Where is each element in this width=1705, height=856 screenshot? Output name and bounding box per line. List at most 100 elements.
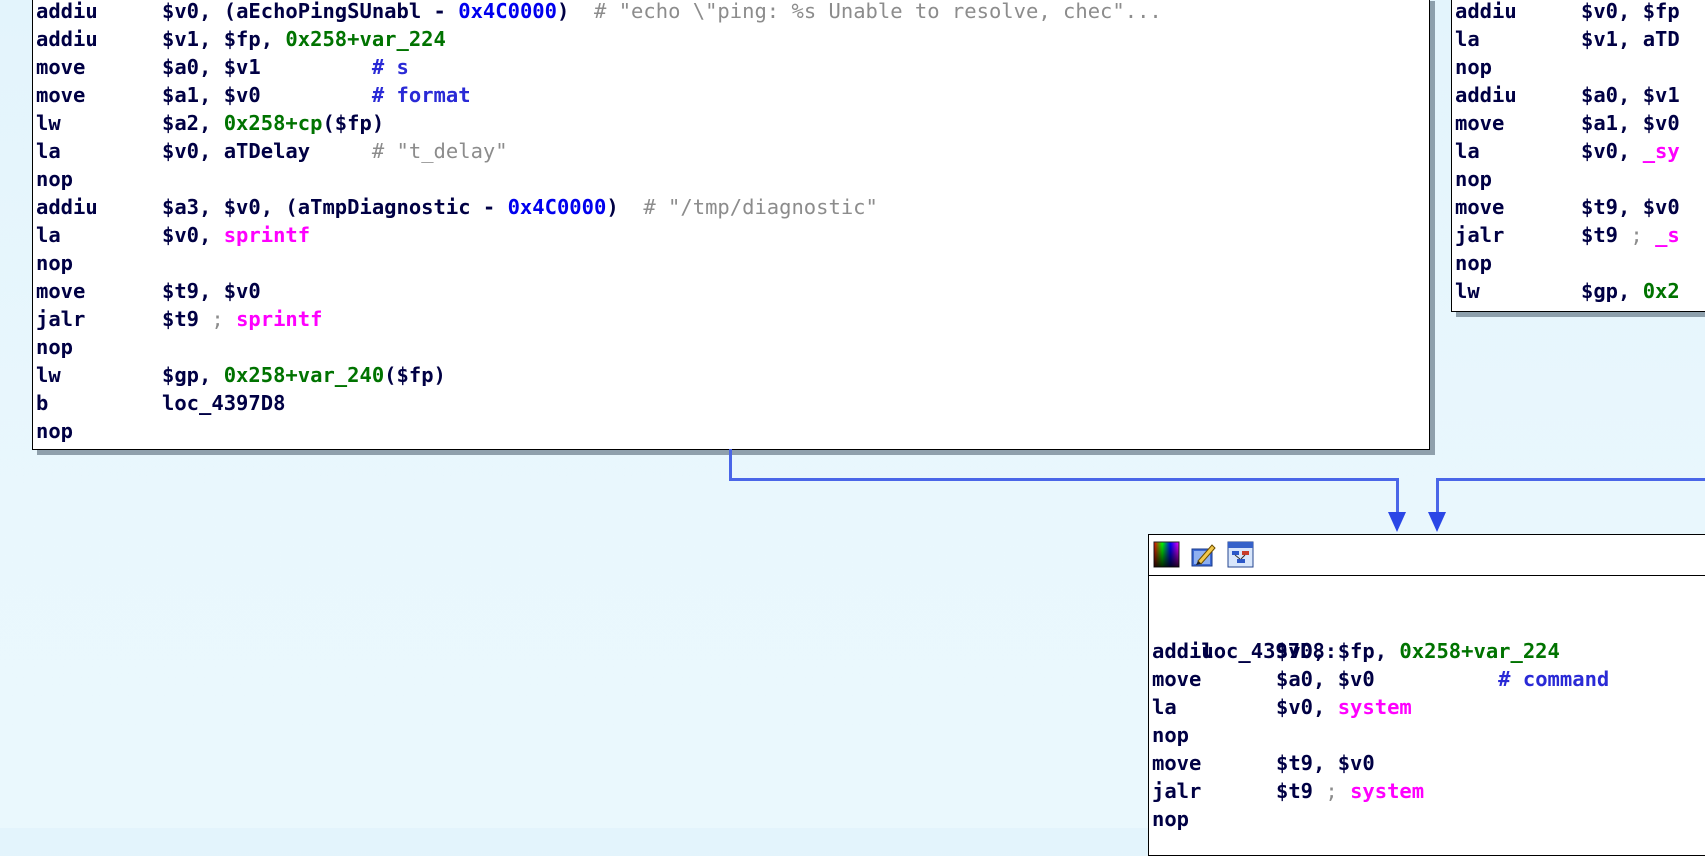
instruction-mnemonic[interactable]: addiu — [36, 193, 98, 221]
flow-edge-left-horizontal — [729, 478, 1399, 481]
instruction-mnemonic[interactable]: jalr — [1152, 777, 1201, 805]
instruction-operands[interactable]: $v0, sprintf — [162, 221, 310, 249]
instruction-mnemonic[interactable]: la — [1455, 137, 1480, 165]
instruction-operands[interactable]: $a3, $v0, (aTmpDiagnostic - 0x4C0000) # … — [162, 193, 878, 221]
instruction-operands[interactable]: $a0, $v0 # command — [1276, 665, 1609, 693]
instruction-mnemonic[interactable]: addiu — [1455, 0, 1517, 25]
instruction-mnemonic[interactable]: move — [1152, 749, 1201, 777]
operand-text: $v0, $fp — [1581, 0, 1680, 23]
graph-node-left[interactable]: addiu $v0, (aEchoPingSUnabl - 0x4C0000) #… — [32, 0, 1430, 450]
stack-variable[interactable]: 0x258+cp — [224, 111, 323, 135]
instruction-mnemonic[interactable]: jalr — [1455, 221, 1504, 249]
instruction-mnemonic[interactable]: lw — [1455, 277, 1480, 305]
instruction-operands[interactable]: $a1, $v0 — [1581, 109, 1680, 137]
function-ref[interactable]: _s — [1655, 223, 1680, 247]
instruction-mnemonic[interactable]: la — [1152, 693, 1177, 721]
symbol-ref[interactable]: aEchoPingSUnabl — [236, 0, 421, 23]
instruction-operands[interactable]: $v0, $fp — [1581, 0, 1680, 25]
color-palette-icon[interactable] — [1153, 541, 1180, 568]
instruction-operands[interactable]: $gp, 0x2 — [1581, 277, 1680, 305]
instruction-mnemonic[interactable]: nop — [1152, 805, 1189, 833]
instruction-mnemonic[interactable]: move — [36, 81, 85, 109]
stack-variable[interactable]: 0x2 — [1643, 279, 1680, 303]
instruction-operands[interactable]: $v0, $fp, 0x258+var_224 — [1276, 637, 1560, 665]
operand-text: $a1, $v0 — [1581, 111, 1680, 135]
instruction-operands[interactable]: $t9, $v0 — [162, 277, 261, 305]
instruction-mnemonic[interactable]: lw — [36, 361, 61, 389]
instruction-mnemonic[interactable]: move — [36, 53, 85, 81]
function-ref[interactable]: system — [1350, 779, 1424, 803]
edit-node-icon[interactable] — [1190, 541, 1217, 568]
graph-node-loc-4397d8[interactable]: loc_4397D8: addiu $v0, $fp, 0x258+var_224… — [1148, 534, 1705, 856]
operand-text: $t9, $v0 — [162, 279, 261, 303]
instruction-mnemonic[interactable]: jalr — [36, 305, 85, 333]
operand-text: ($fp) — [384, 363, 446, 387]
instruction-operands[interactable]: $v1, aTD — [1581, 25, 1680, 53]
operand-text: $a0, $v0 — [1276, 667, 1499, 691]
comment-text: # "echo \"ping: %s Unable to resolve, ch… — [594, 0, 1162, 23]
instruction-operands[interactable]: $a0, $v1 # s — [162, 53, 409, 81]
instruction-operands[interactable]: $t9 ; system — [1276, 777, 1424, 805]
instruction-mnemonic[interactable]: nop — [1455, 165, 1492, 193]
instruction-mnemonic[interactable]: move — [1152, 665, 1201, 693]
instruction-operands[interactable]: $gp, 0x258+var_240($fp) — [162, 361, 446, 389]
graph-node-right[interactable]: addiu $v0, $fp la $v1, aTD nop addiu $a0, $v1 m… — [1451, 0, 1705, 312]
comment-text: ; — [1325, 779, 1351, 803]
instruction-mnemonic[interactable]: move — [1455, 109, 1504, 137]
instruction-operands[interactable]: $v0, aTDelay # "t_delay" — [162, 137, 508, 165]
immediate-value: 0x4C0000 — [507, 195, 607, 219]
instruction-operands[interactable]: $v0, system — [1276, 693, 1412, 721]
instruction-operands[interactable]: $t9, $v0 — [1276, 749, 1375, 777]
arg-comment: # s — [371, 55, 409, 79]
code-label-loc-4397d8[interactable]: loc_4397D8: — [1152, 609, 1337, 663]
operand-text: ) — [606, 195, 644, 219]
instruction-mnemonic[interactable]: nop — [1455, 53, 1492, 81]
immediate-value: 0x4C0000 — [458, 0, 557, 23]
operand-text: $a0, $v1 — [1581, 83, 1680, 107]
graph-overview-icon[interactable] — [1227, 541, 1254, 568]
instruction-mnemonic[interactable]: nop — [36, 417, 73, 445]
operand-text: $t9 — [162, 307, 212, 331]
instruction-operands[interactable]: $a2, 0x258+cp($fp) — [162, 109, 384, 137]
instruction-operands[interactable]: $a1, $v0 # format — [162, 81, 471, 109]
operand-text: $v0, — [162, 223, 224, 247]
instruction-operands[interactable]: loc_4397D8 — [162, 389, 285, 417]
instruction-mnemonic[interactable]: addiu — [1455, 81, 1517, 109]
instruction-mnemonic[interactable]: move — [1455, 193, 1504, 221]
instruction-mnemonic[interactable]: nop — [1455, 249, 1492, 277]
comment-text: # "t_delay" — [371, 139, 508, 163]
operand-text: ) — [556, 0, 595, 23]
instruction-operands[interactable]: $t9 ; _s — [1581, 221, 1680, 249]
instruction-mnemonic[interactable]: addiu — [1152, 637, 1214, 665]
operand-text: $v0, aTDelay — [162, 139, 372, 163]
instruction-mnemonic[interactable]: nop — [36, 333, 73, 361]
stack-variable[interactable]: 0x258+var_224 — [1399, 639, 1559, 663]
instruction-operands[interactable]: $a0, $v1 — [1581, 81, 1680, 109]
function-ref[interactable]: sprintf — [236, 307, 322, 331]
instruction-mnemonic[interactable]: la — [36, 221, 61, 249]
instruction-mnemonic[interactable]: nop — [36, 249, 73, 277]
function-ref[interactable]: _sy — [1643, 139, 1680, 163]
instruction-operands[interactable]: $t9 ; sprintf — [162, 305, 322, 333]
stack-variable[interactable]: 0x258+var_224 — [285, 27, 445, 51]
function-ref[interactable]: sprintf — [224, 223, 310, 247]
flow-arrow-left-icon — [1388, 512, 1406, 532]
instruction-operands[interactable]: $v1, $fp, 0x258+var_224 — [162, 25, 446, 53]
stack-variable[interactable]: 0x258+var_240 — [224, 363, 384, 387]
instruction-mnemonic[interactable]: nop — [1152, 721, 1189, 749]
instruction-operands[interactable]: $v0, (aEchoPingSUnabl - 0x4C0000) # "ech… — [162, 0, 1162, 25]
function-ref[interactable]: system — [1338, 695, 1412, 719]
instruction-mnemonic[interactable]: lw — [36, 109, 61, 137]
instruction-mnemonic[interactable]: move — [36, 277, 85, 305]
instruction-operands[interactable]: $v0, _sy — [1581, 137, 1680, 165]
instruction-operands[interactable]: $t9, $v0 — [1581, 193, 1680, 221]
operand-text: $gp, — [1581, 279, 1643, 303]
instruction-mnemonic[interactable]: nop — [36, 165, 73, 193]
operand-text: $t9, $v0 — [1276, 751, 1375, 775]
instruction-mnemonic[interactable]: addiu — [36, 25, 98, 53]
instruction-mnemonic[interactable]: la — [36, 137, 61, 165]
instruction-mnemonic[interactable]: b — [36, 389, 48, 417]
instruction-mnemonic[interactable]: la — [1455, 25, 1480, 53]
instruction-mnemonic[interactable]: addiu — [36, 0, 98, 25]
operand-text: $v0, — [1276, 695, 1338, 719]
